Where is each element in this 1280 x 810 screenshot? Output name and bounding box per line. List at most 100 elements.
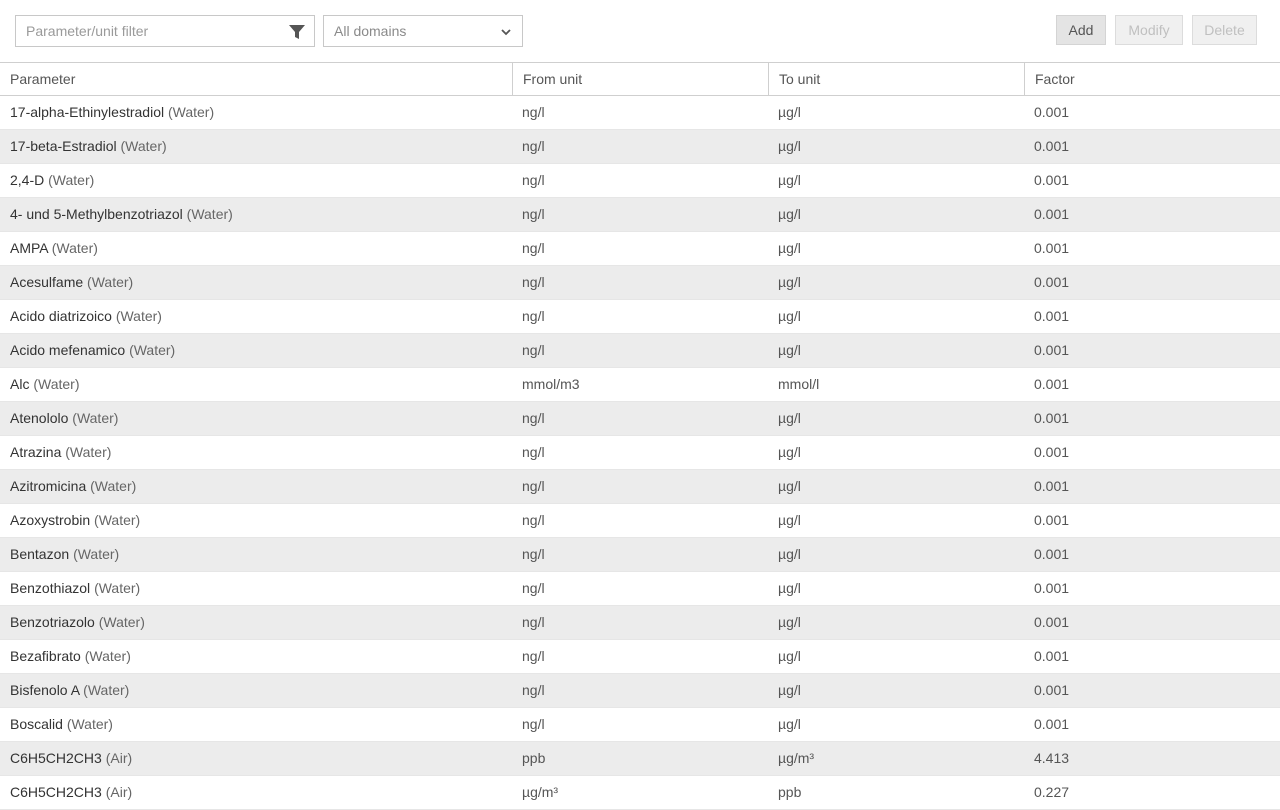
table-row[interactable]: Benzothiazol (Water) ng/l µg/l 0.001	[0, 572, 1280, 606]
cell-from-unit: µg/m³	[522, 784, 559, 800]
cell-parameter: 17-beta-Estradiol (Water)	[0, 130, 512, 163]
parameter-name: Alc	[10, 376, 30, 392]
table-row[interactable]: Acido mefenamico (Water) ng/l µg/l 0.001	[0, 334, 1280, 368]
cell-to-unit: mmol/l	[778, 376, 820, 392]
parameter-name: Acido mefenamico	[10, 342, 126, 358]
cell-parameter: Atrazina (Water)	[0, 436, 512, 469]
parameter-filter-input[interactable]	[16, 16, 276, 46]
parameter-domain: (Water)	[51, 240, 98, 256]
parameter-name: Bisfenolo A	[10, 682, 80, 698]
parameter-domain: (Water)	[90, 478, 137, 494]
table-row[interactable]: 4- und 5-Methylbenzotriazol (Water) ng/l…	[0, 198, 1280, 232]
parameter-domain: (Water)	[84, 648, 131, 664]
cell-to-unit: µg/l	[778, 546, 801, 562]
cell-factor: 0.001	[1034, 682, 1070, 698]
cell-parameter: C6H5CH2CH3 (Air)	[0, 742, 512, 775]
domain-select[interactable]: All domains	[323, 15, 523, 47]
chevron-down-icon	[501, 29, 511, 36]
domain-select-value: All domains	[334, 23, 407, 39]
table-row[interactable]: Atrazina (Water) ng/l µg/l 0.001	[0, 436, 1280, 470]
cell-factor: 0.001	[1034, 172, 1070, 188]
cell-from-unit: mmol/m3	[522, 376, 580, 392]
parameter-name: 17-alpha-Ethinylestradiol	[10, 104, 165, 120]
table-row[interactable]: Bisfenolo A (Water) ng/l µg/l 0.001	[0, 674, 1280, 708]
cell-from-unit: ng/l	[522, 716, 545, 732]
cell-to-unit: µg/m³	[778, 750, 815, 766]
cell-from-unit: ng/l	[522, 240, 545, 256]
table-row[interactable]: Bentazon (Water) ng/l µg/l 0.001	[0, 538, 1280, 572]
cell-to-unit: µg/l	[778, 274, 801, 290]
cell-from-unit: ng/l	[522, 274, 545, 290]
table-row[interactable]: AMPA (Water) ng/l µg/l 0.001	[0, 232, 1280, 266]
parameter-name: Benzotriazolo	[10, 614, 95, 630]
table-row[interactable]: 17-alpha-Ethinylestradiol (Water) ng/l µ…	[0, 96, 1280, 130]
table-row[interactable]: C6H5CH2CH3 (Air) ppb µg/m³ 4.413	[0, 742, 1280, 776]
cell-to-unit: µg/l	[778, 138, 801, 154]
parameter-name: Bentazon	[10, 546, 70, 562]
parameter-name: Atrazina	[10, 444, 62, 460]
cell-factor: 0.001	[1034, 512, 1070, 528]
column-header-from-unit[interactable]: From unit	[512, 63, 768, 95]
cell-to-unit: µg/l	[778, 682, 801, 698]
parameter-domain: (Water)	[65, 444, 112, 460]
cell-from-unit: ng/l	[522, 308, 545, 324]
table-row[interactable]: Acido diatrizoico (Water) ng/l µg/l 0.00…	[0, 300, 1280, 334]
cell-to-unit: µg/l	[778, 716, 801, 732]
cell-to-unit: µg/l	[778, 580, 801, 596]
cell-factor: 4.413	[1034, 750, 1070, 766]
column-header-factor[interactable]: Factor	[1024, 63, 1280, 95]
cell-to-unit: µg/l	[778, 172, 801, 188]
parameter-name: 2,4-D	[10, 172, 45, 188]
cell-to-unit: µg/l	[778, 512, 801, 528]
cell-factor: 0.001	[1034, 104, 1070, 120]
table-row[interactable]: Acesulfame (Water) ng/l µg/l 0.001	[0, 266, 1280, 300]
cell-parameter: 4- und 5-Methylbenzotriazol (Water)	[0, 198, 512, 231]
cell-parameter: AMPA (Water)	[0, 232, 512, 265]
table-row[interactable]: Azoxystrobin (Water) ng/l µg/l 0.001	[0, 504, 1280, 538]
filter-icon[interactable]	[288, 23, 306, 41]
cell-from-unit: ng/l	[522, 512, 545, 528]
cell-from-unit: ng/l	[522, 444, 545, 460]
parameter-domain: (Water)	[87, 274, 134, 290]
column-header-to-unit[interactable]: To unit	[768, 63, 1024, 95]
cell-parameter: Bentazon (Water)	[0, 538, 512, 571]
table-row[interactable]: Boscalid (Water) ng/l µg/l 0.001	[0, 708, 1280, 742]
parameter-filter[interactable]	[15, 15, 315, 47]
parameter-name: Azitromicina	[10, 478, 87, 494]
table-row[interactable]: Alc (Water) mmol/m3 mmol/l 0.001	[0, 368, 1280, 402]
cell-parameter: 17-alpha-Ethinylestradiol (Water)	[0, 96, 512, 129]
parameter-domain: (Water)	[94, 512, 141, 528]
table-row[interactable]: 2,4-D (Water) ng/l µg/l 0.001	[0, 164, 1280, 198]
parameter-name: C6H5CH2CH3	[10, 750, 102, 766]
table-row[interactable]: Azitromicina (Water) ng/l µg/l 0.001	[0, 470, 1280, 504]
parameter-domain: (Water)	[73, 546, 120, 562]
table-row[interactable]: Benzotriazolo (Water) ng/l µg/l 0.001	[0, 606, 1280, 640]
cell-from-unit: ng/l	[522, 682, 545, 698]
cell-from-unit: ng/l	[522, 614, 545, 630]
cell-factor: 0.001	[1034, 308, 1070, 324]
cell-factor: 0.001	[1034, 274, 1070, 290]
parameter-name: 17-beta-Estradiol	[10, 138, 117, 154]
cell-to-unit: µg/l	[778, 648, 801, 664]
modify-button[interactable]: Modify	[1115, 15, 1183, 45]
cell-parameter: Bisfenolo A (Water)	[0, 674, 512, 707]
cell-parameter: Alc (Water)	[0, 368, 512, 401]
column-header-parameter[interactable]: Parameter	[0, 63, 512, 95]
cell-factor: 0.001	[1034, 240, 1070, 256]
parameter-domain: (Water)	[167, 104, 215, 120]
conversion-table: Parameter From unit To unit Factor 17-al…	[0, 62, 1280, 810]
cell-factor: 0.001	[1034, 546, 1070, 562]
cell-from-unit: ppb	[522, 750, 546, 766]
cell-from-unit: ng/l	[522, 648, 545, 664]
delete-button[interactable]: Delete	[1192, 15, 1257, 45]
table-row[interactable]: Atenololo (Water) ng/l µg/l 0.001	[0, 402, 1280, 436]
table-row[interactable]: C6H5CH2CH3 (Air) µg/m³ ppb 0.227	[0, 776, 1280, 810]
parameter-name: Acesulfame	[10, 274, 84, 290]
cell-parameter: Acesulfame (Water)	[0, 266, 512, 299]
cell-to-unit: µg/l	[778, 206, 801, 222]
table-row[interactable]: Bezafibrato (Water) ng/l µg/l 0.001	[0, 640, 1280, 674]
parameter-domain: (Water)	[186, 206, 233, 222]
table-row[interactable]: 17-beta-Estradiol (Water) ng/l µg/l 0.00…	[0, 130, 1280, 164]
cell-factor: 0.001	[1034, 478, 1070, 494]
add-button[interactable]: Add	[1056, 15, 1106, 45]
